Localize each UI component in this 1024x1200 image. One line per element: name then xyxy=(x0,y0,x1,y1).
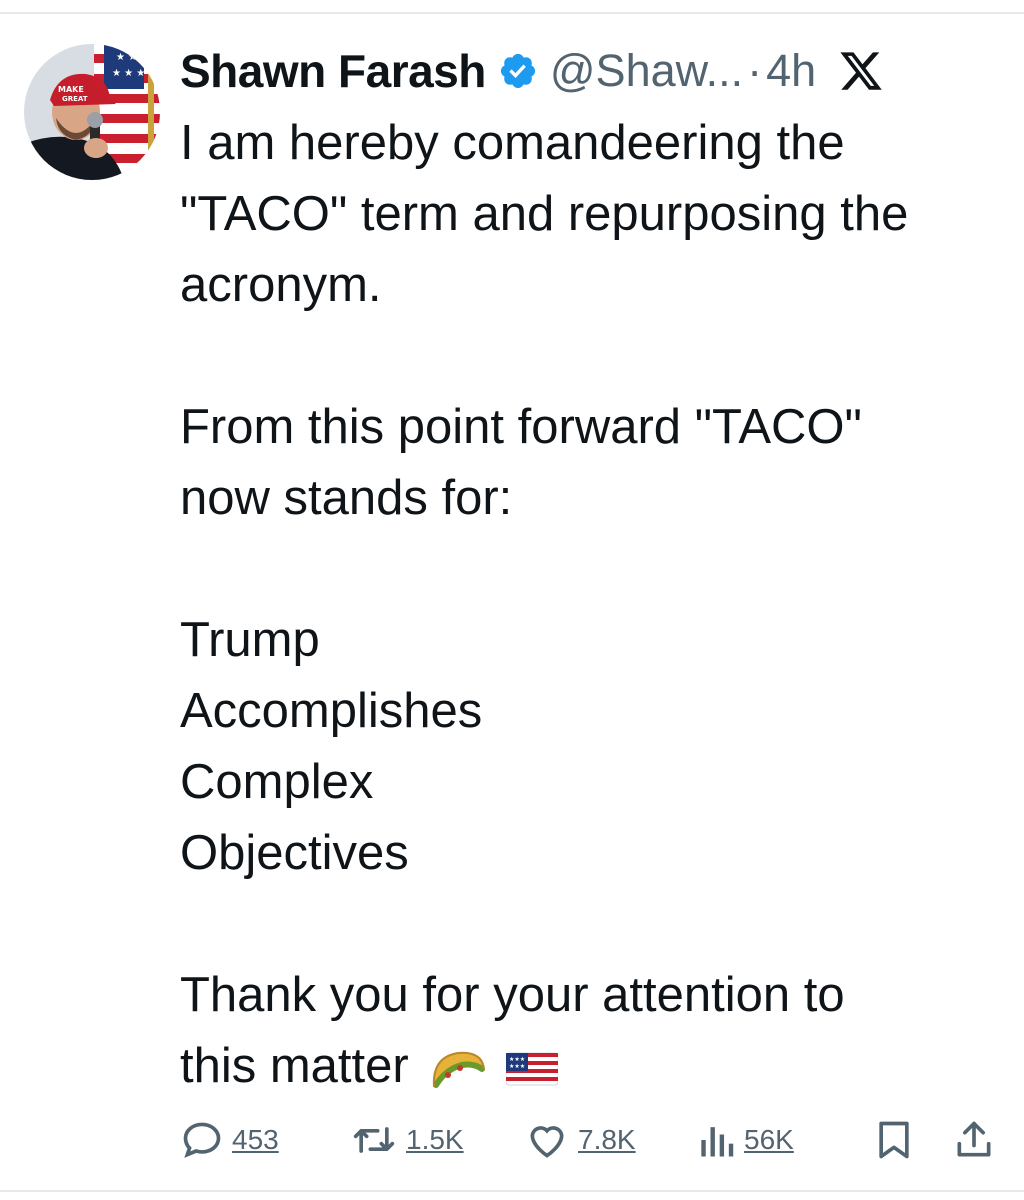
top-divider xyxy=(0,12,1024,14)
views-button[interactable]: 56K xyxy=(696,1112,794,1168)
svg-text:★ ★ ★: ★ ★ ★ xyxy=(112,68,145,79)
tweet-last-line: this matter ★★★ ★★★ xyxy=(180,1031,1010,1102)
tweet-line: Complex xyxy=(180,755,374,809)
tweet-line: "TACO" term and repurposing the xyxy=(180,187,909,241)
tweet-line: acronym. xyxy=(180,258,382,312)
tweet-line: Trump xyxy=(180,613,320,667)
tweet-line: Thank you for your attention to xyxy=(180,968,845,1022)
share-icon xyxy=(957,1121,991,1157)
avatar-image: ★ ★ ★ ★ ★ MAKE GREAT xyxy=(24,44,160,180)
heart-icon xyxy=(530,1126,564,1158)
view-count[interactable]: 56K xyxy=(744,1124,794,1156)
retweet-button[interactable]: 1.5K xyxy=(350,1112,464,1168)
us-flag-icon: ★★★ ★★★ xyxy=(505,1052,558,1086)
tweet-line: From this point forward "TACO" xyxy=(180,400,862,454)
svg-text:★★★: ★★★ xyxy=(509,1063,525,1070)
like-button[interactable]: 7.8K xyxy=(524,1112,636,1168)
taco-icon xyxy=(433,1051,486,1089)
retweet-count[interactable]: 1.5K xyxy=(406,1124,464,1156)
bottom-divider xyxy=(0,1190,1024,1192)
views-chart-icon xyxy=(701,1127,734,1157)
reply-icon xyxy=(183,1122,221,1158)
svg-text:★ ★: ★ ★ xyxy=(116,52,137,63)
tweet-line: Objectives xyxy=(180,826,409,880)
verified-badge-icon[interactable] xyxy=(498,51,538,91)
tweet-line: I am hereby comandeering the xyxy=(180,116,845,170)
time-separator: · xyxy=(747,45,763,96)
tweet-text: I am hereby comandeering the "TACO" term… xyxy=(180,108,1010,1102)
avatar[interactable]: ★ ★ ★ ★ ★ MAKE GREAT xyxy=(24,44,160,180)
x-logo-icon xyxy=(840,52,882,90)
tweet-line: this matter xyxy=(180,1039,409,1093)
author-handle[interactable]: @Shaw... xyxy=(550,45,743,97)
share-button[interactable] xyxy=(954,1112,994,1168)
svg-text:MAKE: MAKE xyxy=(58,85,84,94)
svg-text:GREAT: GREAT xyxy=(62,95,88,103)
reply-button[interactable]: 453 xyxy=(180,1112,279,1168)
tweet-header: Shawn Farash @Shaw... · 4h xyxy=(180,36,1010,106)
tweet-actions: 453 1.5K 7.8K 56K xyxy=(180,1112,1010,1168)
retweet-icon xyxy=(353,1127,395,1153)
like-count[interactable]: 7.8K xyxy=(578,1124,636,1156)
bookmark-icon xyxy=(879,1121,909,1159)
tweet-line: Accomplishes xyxy=(180,684,483,738)
reply-count[interactable]: 453 xyxy=(232,1124,279,1156)
svg-text:★★★: ★★★ xyxy=(509,1056,525,1063)
tweet-timestamp[interactable]: 4h xyxy=(766,45,816,97)
bookmark-button[interactable] xyxy=(874,1112,914,1168)
author-name[interactable]: Shawn Farash xyxy=(180,44,486,98)
tweet-line: now stands for: xyxy=(180,471,513,525)
